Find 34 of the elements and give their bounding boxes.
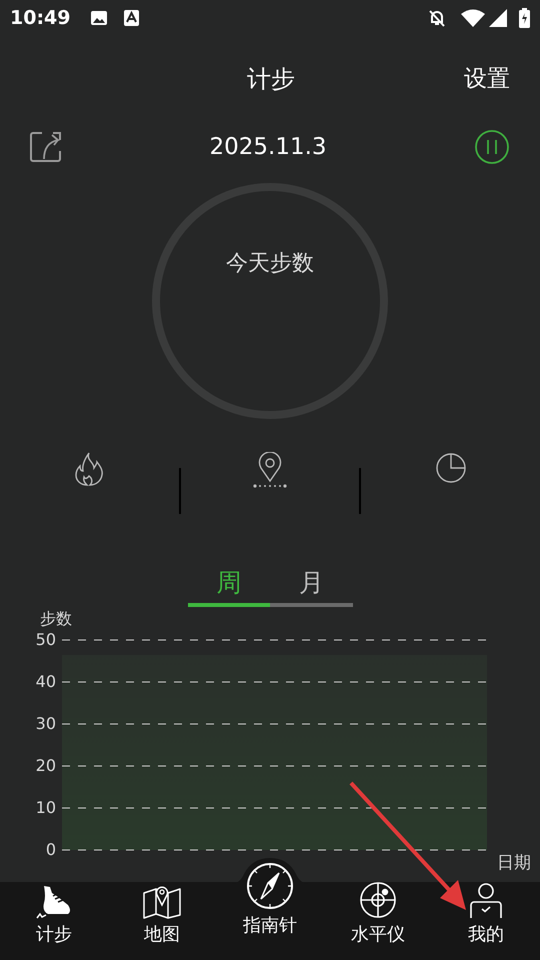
bell-off-icon — [427, 8, 447, 28]
nav-tab[interactable]: 地图 — [108, 864, 216, 960]
ring-label: 今天步数 — [226, 250, 314, 277]
pause-icon[interactable] — [474, 129, 510, 165]
period-tab[interactable]: 月 — [270, 563, 352, 607]
period-tab[interactable]: 周 — [188, 563, 270, 607]
pie-chart-icon — [434, 452, 467, 484]
y-tick-label: 50 — [36, 631, 56, 649]
compass-icon — [246, 862, 294, 910]
status-time: 10:49 — [10, 6, 70, 31]
y-tick-label: 30 — [36, 715, 56, 733]
share-icon[interactable] — [30, 131, 62, 163]
crosshair-icon — [359, 881, 397, 919]
y-tick-label: 0 — [46, 841, 56, 859]
wifi-icon — [461, 9, 485, 27]
page-title: 计步 — [247, 64, 295, 95]
battery-icon — [519, 8, 530, 28]
flame-icon — [74, 452, 104, 486]
y-tick-label: 40 — [36, 673, 56, 691]
settings-link[interactable]: 设置 — [464, 62, 510, 96]
nav-tab[interactable]: 指南针 — [216, 864, 324, 960]
y-tick-label: 10 — [36, 799, 56, 817]
text-icon — [124, 10, 140, 26]
x-axis-label: 日期 — [497, 852, 531, 875]
sneaker-icon — [36, 885, 72, 919]
image-icon — [90, 10, 108, 26]
location-pin-icon — [252, 452, 288, 488]
nav-tab[interactable]: 水平仪 — [324, 864, 432, 960]
y-axis-label: 步数 — [40, 609, 72, 629]
y-tick-label: 20 — [36, 757, 56, 775]
date-text: 2025.11.3 — [208, 132, 328, 162]
signal-icon — [489, 9, 507, 27]
person-icon — [470, 883, 502, 919]
nav-tab[interactable]: 计步 — [0, 864, 108, 960]
